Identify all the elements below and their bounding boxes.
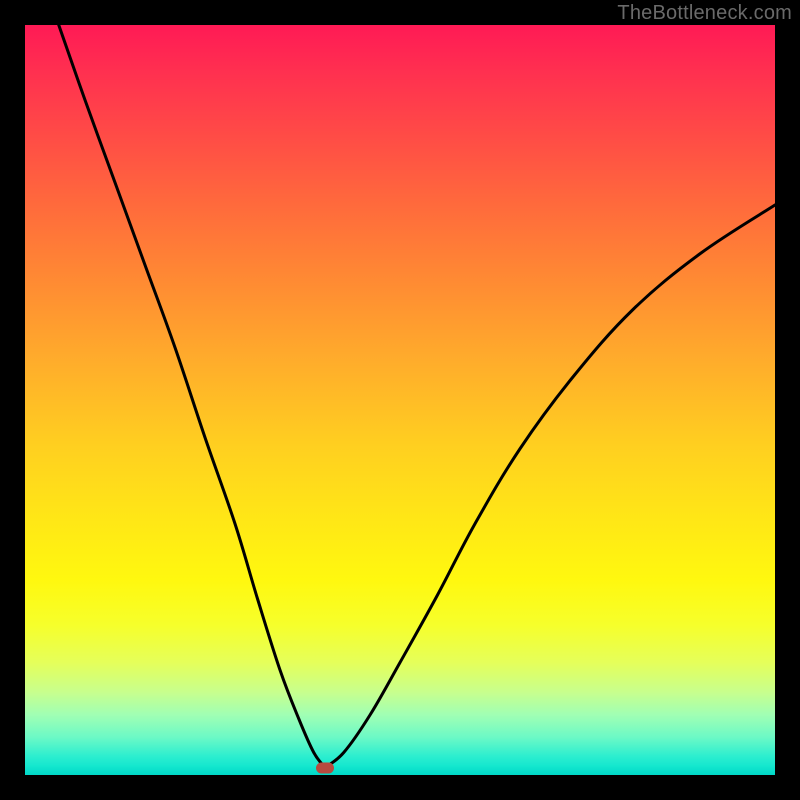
branding-watermark: TheBottleneck.com [617,2,792,25]
minimum-marker [316,762,334,773]
curve-left-branch [59,25,325,768]
curve-right-branch [325,205,775,768]
chart-frame: TheBottleneck.com [0,0,800,800]
curve-layer [25,25,775,775]
plot-area [25,25,775,775]
